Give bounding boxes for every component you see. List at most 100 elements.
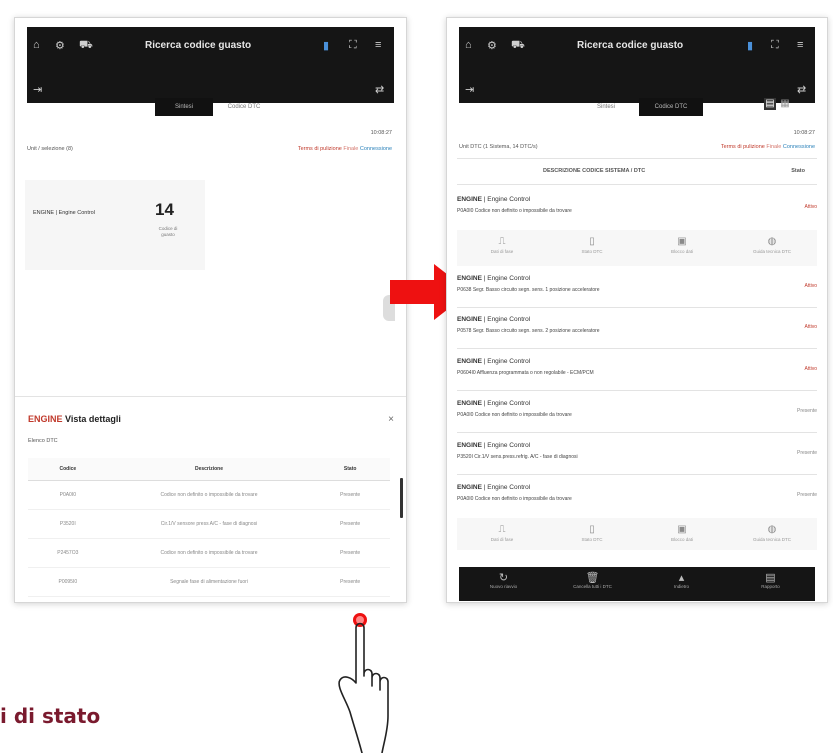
- fault-row[interactable]: ENGINE | Engine Control P0638 Segr. Bass…: [457, 275, 817, 299]
- fault-desc: P0A0I0 Codice non definito o impossibile…: [457, 208, 572, 214]
- fault-system: ENGINE | Engine Control: [457, 275, 531, 282]
- table-row[interactable]: P3520I Cir.1/V sensore press A/C - fase …: [28, 509, 390, 539]
- fault-desc: P0604I0 Affluenza programmata o non rego…: [457, 370, 594, 376]
- app-title: Ricerca codice guasto: [577, 40, 684, 51]
- details-heading: Vista dettagli: [65, 414, 121, 424]
- home-icon[interactable]: ⌂: [33, 39, 40, 51]
- fault-sys: ENGINE: [457, 358, 482, 365]
- finale-link[interactable]: Finale: [766, 144, 781, 150]
- dtc-status-button[interactable]: ▯ Stato DTC: [547, 230, 637, 266]
- vehicle-icon[interactable]: ⛟: [511, 39, 525, 53]
- fault-system: ENGINE | Engine Control: [457, 400, 531, 407]
- back-button[interactable]: ▴ Indietro: [637, 567, 726, 601]
- battery-icon: ▮: [747, 40, 754, 52]
- status-links: Terms di pulizione Finale Connessione: [298, 146, 392, 152]
- col-status: Stato: [310, 458, 390, 481]
- caption-text: i di stato: [0, 704, 101, 728]
- settings-icon[interactable]: ⚙: [487, 39, 497, 52]
- fault-row[interactable]: ENGINE | Engine Control P0A0I0 Codice no…: [457, 484, 817, 508]
- swap-icon[interactable]: ⇄: [375, 83, 384, 96]
- dtc-count-caption: Codice di guasto: [158, 226, 178, 237]
- tap-hand-icon: [338, 613, 389, 753]
- up-arrow-icon: ▴: [678, 572, 685, 584]
- close-icon[interactable]: ×: [388, 414, 394, 425]
- report-button[interactable]: ▤ Rapporto: [726, 567, 815, 601]
- back-icon[interactable]: ⇥: [33, 83, 42, 96]
- tech-guide-button[interactable]: ◍ Guida tecnica DTC: [727, 230, 817, 266]
- clear-dtc-button[interactable]: 🗑 Cancella tutti i DTC: [548, 567, 637, 601]
- tab-codice-dtc[interactable]: Codice DTC: [215, 98, 273, 116]
- fault-system: ENGINE | Engine Control: [457, 442, 531, 449]
- settings-icon[interactable]: ⚙: [55, 39, 65, 52]
- tab-sintesi[interactable]: Sintesi: [155, 98, 213, 116]
- tab-sintesi[interactable]: Sintesi: [577, 98, 635, 116]
- data-block-button[interactable]: ▣ Blocco dati: [637, 518, 727, 550]
- list-view-icon[interactable]: ▤: [764, 98, 776, 110]
- freeze-frame-button[interactable]: ⎍ Dati di fase: [457, 230, 547, 266]
- tab-codice-dtc[interactable]: Codice DTC: [639, 98, 703, 116]
- fault-row[interactable]: ENGINE | Engine Control P0604I0 Affluenz…: [457, 358, 817, 382]
- fault-desc: P0A0I0 Codice non definito o impossibile…: [457, 412, 572, 418]
- freeze-frame-button[interactable]: ⎍ Dati di fase: [457, 518, 547, 550]
- row-desc: Codice non definito o impossibile da tro…: [107, 480, 311, 510]
- action-label: Guida tecnica DTC: [752, 249, 791, 254]
- row-code: P0095I0: [28, 567, 108, 597]
- grid-view-icon[interactable]: ▦: [779, 98, 791, 110]
- fault-row[interactable]: ENGINE | Engine Control P0A0I0 Codice no…: [457, 196, 817, 220]
- connect-link[interactable]: Connessione: [360, 146, 392, 152]
- connect-link[interactable]: Connessione: [783, 144, 815, 150]
- time-label: 10:08:27: [370, 130, 392, 136]
- divider: [457, 390, 817, 391]
- fault-sub: Engine Control: [487, 275, 531, 282]
- terms-link[interactable]: Terms di pulizione: [298, 146, 342, 152]
- data-block-button[interactable]: ▣ Blocco dati: [637, 230, 727, 266]
- card-system-label: ENGINE | Engine Control: [33, 210, 95, 216]
- details-table: Codice Descrizione Stato P0A0I0 Codice n…: [28, 458, 390, 597]
- row-desc: Segnale fase di alimentazione fuori: [107, 567, 311, 597]
- view-toggle[interactable]: ▤ ▦: [764, 98, 791, 110]
- fault-row[interactable]: ENGINE | Engine Control P3520I Cir.1/V s…: [457, 442, 817, 466]
- table-row[interactable]: P0095I0 Segnale fase di alimentazione fu…: [28, 567, 390, 597]
- right-screen: ⌂ ⚙ ⛟ Ricerca codice guasto ▮ ⛶ ≡ ⇥ ⇄ Si…: [446, 17, 828, 603]
- menu-icon[interactable]: ≡: [797, 39, 803, 51]
- home-icon[interactable]: ⌂: [465, 39, 472, 51]
- scrollbar[interactable]: [400, 478, 403, 518]
- row-code: P0A0I0: [28, 480, 108, 510]
- back-icon[interactable]: ⇥: [465, 83, 474, 96]
- swap-icon[interactable]: ⇄: [797, 83, 806, 96]
- restart-button[interactable]: ↻ Nuovo riavvio: [459, 567, 548, 601]
- row-status: Presente: [310, 538, 390, 568]
- fault-row[interactable]: ENGINE | Engine Control P0578 Segr. Bass…: [457, 316, 817, 340]
- system-card[interactable]: ENGINE | Engine Control 14 Codice di gua…: [25, 180, 205, 270]
- fullscreen-icon[interactable]: ⛶: [349, 39, 357, 52]
- col-status-header: Stato: [791, 168, 805, 174]
- menu-icon[interactable]: ≡: [375, 39, 381, 51]
- row-status: Presente: [310, 567, 390, 597]
- fault-sys: ENGINE: [457, 400, 482, 407]
- fault-desc: P0578 Segr. Basso circuito segn. sens. 2…: [457, 328, 600, 334]
- action-label: Blocco dati: [670, 537, 693, 542]
- table-row[interactable]: P2457O3 Codice non definito o impossibil…: [28, 538, 390, 568]
- fault-system: ENGINE | Engine Control: [457, 358, 531, 365]
- calendar-icon: ▣: [677, 524, 687, 535]
- nav-label: Nuovo riavvio: [489, 584, 518, 589]
- fault-system: ENGINE | Engine Control: [457, 484, 531, 491]
- details-title: ENGINE Vista dettagli: [28, 414, 121, 424]
- terms-link[interactable]: Terms di pulizione: [721, 144, 765, 150]
- bottom-nav: ↻ Nuovo riavvio 🗑 Cancella tutti i DTC ▴ In…: [459, 567, 815, 601]
- dtc-list-label: Elenco DTC: [28, 438, 58, 444]
- fault-status: Attivo: [804, 324, 817, 330]
- table-row[interactable]: P0A0I0 Codice non definito o impossibile…: [28, 480, 390, 510]
- top-bar: ⌂ ⚙ ⛟ Ricerca codice guasto ▮ ⛶ ≡ ⇥ ⇄: [459, 27, 815, 103]
- finale-link[interactable]: Finale: [343, 146, 358, 152]
- tech-guide-button[interactable]: ◍ Guida tecnica DTC: [727, 518, 817, 550]
- dtc-status-button[interactable]: ▯ Stato DTC: [547, 518, 637, 550]
- row-status: Presente: [310, 509, 390, 539]
- fullscreen-icon[interactable]: ⛶: [771, 39, 779, 52]
- fault-desc: P0A0I0 Codice non definito o impossibile…: [457, 496, 572, 502]
- report-icon: ▤: [765, 572, 776, 584]
- fault-sub: Engine Control: [487, 196, 531, 203]
- vehicle-icon[interactable]: ⛟: [79, 39, 93, 53]
- document-icon: ▯: [589, 524, 595, 535]
- fault-row[interactable]: ENGINE | Engine Control P0A0I0 Codice no…: [457, 400, 817, 424]
